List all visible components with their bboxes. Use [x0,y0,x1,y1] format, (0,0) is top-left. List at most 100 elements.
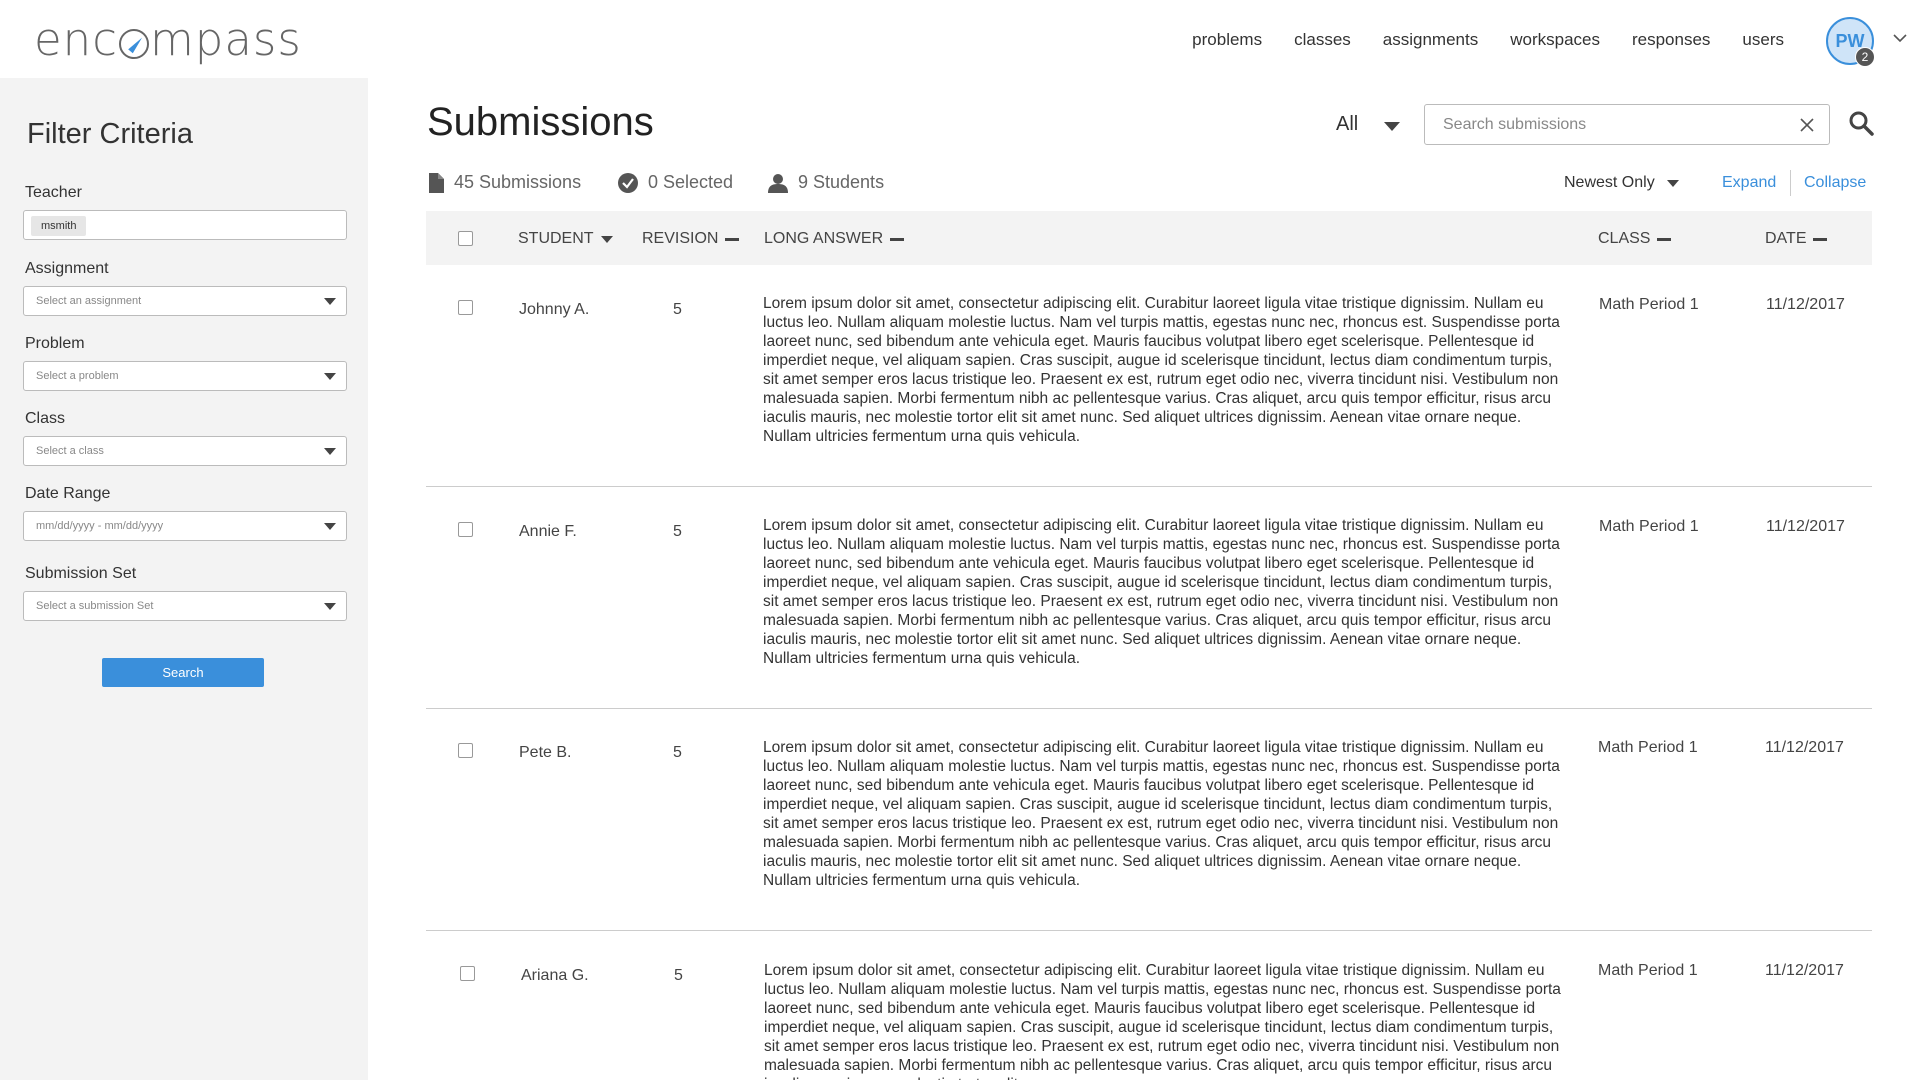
selected-count: 0 Selected [648,172,734,192]
submission-set-label: Submission Set [25,565,137,582]
stat-selected: 0 Selected [618,172,733,193]
problem-label: Problem [25,335,85,352]
class-select[interactable]: Select a class [23,436,347,466]
nav-problems[interactable]: problems [1176,28,1278,52]
minus-icon [725,237,740,241]
compass-icon [118,29,149,59]
date-range-placeholder: mm/dd/yyyy - mm/dd/yyyy [36,520,164,532]
page-title: Submissions [427,100,654,144]
top-header: enc mpass problems classes assignments w… [0,0,1920,78]
table-header: STUDENT REVISION LONG ANSWER CLASS DATE [426,211,1872,265]
chevron-down-icon[interactable] [1892,30,1908,46]
date-value: 11/12/2017 [1765,739,1844,756]
revision-value: 5 [674,967,683,984]
minus-icon [890,237,905,241]
student-name[interactable]: Johnny A. [519,301,589,319]
caret-down-icon [324,448,336,455]
caret-down-icon [324,523,336,530]
select-all-checkbox[interactable] [458,231,473,246]
user-icon [768,173,788,193]
main-nav: problems classes assignments workspaces … [1176,28,1800,52]
long-answer-text: Lorem ipsum dolor sit amet, consectetur … [763,739,1560,889]
col-class[interactable]: CLASS [1598,230,1672,248]
students-count: 9 Students [798,172,885,192]
date-value: 11/12/2017 [1766,518,1845,535]
sort-down-icon [600,235,613,243]
minus-icon [1813,237,1828,241]
row-checkbox[interactable] [458,522,473,537]
student-name[interactable]: Annie F. [519,523,577,541]
logo-text-left: enc [34,13,118,66]
divider [1790,170,1791,196]
encompass-logo[interactable]: enc mpass [34,14,302,66]
table-row[interactable]: Johnny A. 5 Lorem ipsum dolor sit amet, … [426,266,1872,487]
nav-users[interactable]: users [1726,28,1800,52]
table-row[interactable]: Pete B. 5 Lorem ipsum dolor sit amet, co… [426,710,1872,931]
class-value: Math Period 1 [1599,518,1699,535]
search-icon[interactable] [1848,110,1874,136]
sidebar-title: Filter Criteria [27,118,193,150]
caret-down-icon [324,603,336,610]
long-answer-text: Lorem ipsum dolor sit amet, consectetur … [763,517,1560,667]
teacher-field[interactable]: msmith [23,210,347,240]
collapse-link[interactable]: Collapse [1804,174,1866,192]
submission-set-placeholder: Select a submission Set [36,600,154,612]
col-student[interactable]: STUDENT [518,230,613,248]
search-field[interactable] [1424,104,1830,145]
col-revision-label: REVISION [642,230,719,247]
class-label: Class [25,410,66,427]
nav-assignments[interactable]: assignments [1367,28,1494,52]
caret-down-icon[interactable] [1667,180,1679,187]
table-row[interactable]: Annie F. 5 Lorem ipsum dolor sit amet, c… [426,488,1872,709]
long-answer-text: Lorem ipsum dolor sit amet, consectetur … [763,295,1560,445]
table-row[interactable]: Ariana G. 5 Lorem ipsum dolor sit amet, … [426,932,1872,1080]
minus-icon [1657,237,1672,241]
col-revision[interactable]: REVISION [642,230,740,248]
close-icon[interactable] [1799,117,1815,133]
nav-workspaces[interactable]: workspaces [1494,28,1616,52]
class-value: Math Period 1 [1598,962,1698,979]
assignment-placeholder: Select an assignment [36,295,142,307]
search-input[interactable] [1441,113,1781,137]
sort-select[interactable]: Newest Only [1564,174,1655,192]
nav-classes[interactable]: classes [1278,28,1367,52]
date-value: 11/12/2017 [1766,296,1845,313]
caret-down-icon [324,373,336,380]
class-value: Math Period 1 [1598,739,1698,756]
col-date[interactable]: DATE [1765,230,1828,248]
problem-placeholder: Select a problem [36,370,119,382]
filter-sidebar: Filter Criteria Teacher msmith Assignmen… [0,78,368,1080]
col-long-answer-label: LONG ANSWER [764,230,884,247]
assignment-label: Assignment [25,260,109,277]
caret-down-icon [324,298,336,305]
search-button[interactable]: Search [102,658,264,687]
long-answer-text: Lorem ipsum dolor sit amet, consectetur … [764,962,1561,1080]
problem-select[interactable]: Select a problem [23,361,347,391]
row-checkbox[interactable] [458,743,473,758]
teacher-chip[interactable]: msmith [31,216,87,236]
submission-set-select[interactable]: Select a submission Set [23,591,347,621]
assignment-select[interactable]: Select an assignment [23,286,347,316]
nav-responses[interactable]: responses [1616,28,1726,52]
row-checkbox[interactable] [460,966,475,981]
student-name[interactable]: Pete B. [519,744,571,762]
logo-text-right: mpass [149,13,302,66]
submission-filter-select[interactable]: All [1336,113,1358,136]
student-name[interactable]: Ariana G. [521,967,589,985]
expand-link[interactable]: Expand [1722,174,1776,192]
stat-students: 9 Students [768,172,884,193]
caret-down-icon[interactable] [1384,122,1400,131]
document-icon [429,172,444,193]
col-class-label: CLASS [1598,230,1651,247]
submissions-count: 45 Submissions [454,172,582,192]
col-long-answer[interactable]: LONG ANSWER [764,230,905,248]
row-checkbox[interactable] [458,300,473,315]
col-date-label: DATE [1765,230,1807,247]
revision-value: 5 [673,523,682,540]
revision-value: 5 [673,301,682,318]
date-range-select[interactable]: mm/dd/yyyy - mm/dd/yyyy [23,511,347,541]
date-value: 11/12/2017 [1765,962,1844,979]
teacher-label: Teacher [25,184,82,201]
check-circle-icon [618,172,638,193]
stat-submissions: 45 Submissions [428,172,581,193]
